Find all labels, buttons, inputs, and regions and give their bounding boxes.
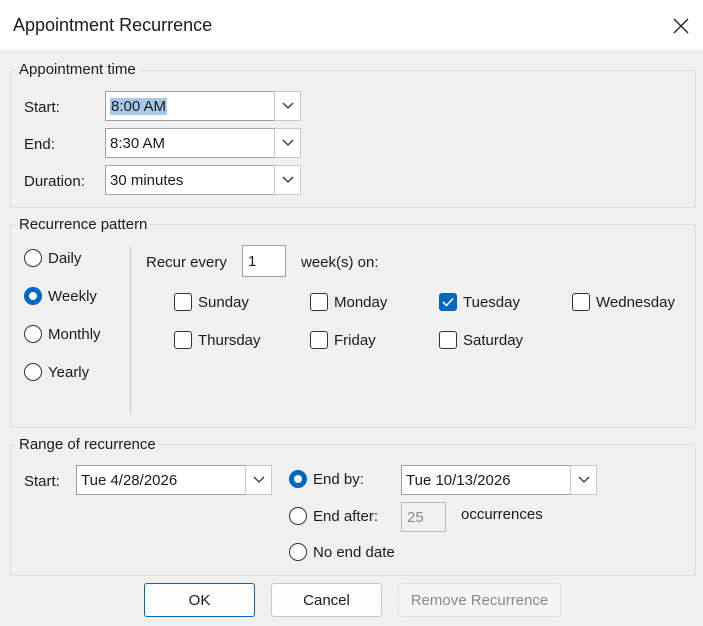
ok-button[interactable]: OK (144, 583, 255, 617)
end-after-label: End after: (313, 507, 379, 525)
pattern-divider (130, 246, 131, 414)
radio-button[interactable] (289, 507, 307, 525)
radio-button-selected[interactable] (289, 470, 307, 488)
close-icon (673, 18, 689, 34)
radio-button-selected[interactable] (24, 287, 42, 305)
radio-button[interactable] (24, 249, 42, 267)
remove-recurrence-button[interactable]: Remove Recurrence (398, 583, 561, 617)
close-button[interactable] (668, 13, 694, 39)
range-start-field[interactable]: Tue 4/28/2026 (76, 465, 246, 495)
sunday-label: Sunday (198, 293, 249, 311)
range-start-value: Tue 4/28/2026 (81, 471, 178, 489)
radio-yearly[interactable]: Yearly (24, 363, 89, 381)
radio-monthly-label: Monthly (48, 325, 101, 343)
no-end-date-label: No end date (313, 543, 395, 561)
friday-label: Friday (334, 331, 376, 349)
check-saturday[interactable]: Saturday (439, 331, 523, 349)
check-tuesday[interactable]: Tuesday (439, 293, 520, 311)
end-by-field[interactable]: Tue 10/13/2026 (401, 465, 571, 495)
chevron-down-icon (282, 139, 293, 146)
checkbox[interactable] (174, 293, 192, 311)
range-start-label: Start: (24, 473, 60, 490)
range-start-dropdown[interactable] (245, 465, 272, 495)
start-time-value: 8:00 AM (110, 97, 168, 115)
radio-weekly-label: Weekly (48, 287, 97, 305)
chevron-down-icon (282, 102, 293, 109)
check-thursday[interactable]: Thursday (174, 331, 261, 349)
weeks-on-label: week(s) on: (301, 254, 379, 271)
radio-monthly[interactable]: Monthly (24, 325, 101, 343)
chevron-down-icon (282, 176, 293, 183)
check-friday[interactable]: Friday (310, 331, 376, 349)
radio-yearly-label: Yearly (48, 363, 90, 381)
radio-button[interactable] (24, 325, 42, 343)
end-by-value: Tue 10/13/2026 (406, 471, 511, 489)
radio-end-by[interactable]: End by: (289, 470, 364, 488)
end-after-input[interactable]: 25 (401, 502, 446, 532)
radio-button[interactable] (289, 543, 307, 561)
check-wednesday[interactable]: Wednesday (572, 293, 675, 311)
check-sunday[interactable]: Sunday (174, 293, 249, 311)
occurrences-label: occurrences (461, 506, 543, 523)
radio-no-end-date[interactable]: No end date (289, 543, 395, 561)
end-time-field[interactable]: 8:30 AM (105, 128, 275, 158)
duration-dropdown[interactable] (274, 165, 301, 195)
end-by-label: End by: (313, 470, 364, 488)
checkbox[interactable] (310, 293, 328, 311)
radio-end-after[interactable]: End after: (289, 507, 378, 525)
radio-daily[interactable]: Daily (24, 249, 81, 267)
cancel-button[interactable]: Cancel (271, 583, 382, 617)
duration-value: 30 minutes (110, 171, 184, 189)
duration-field[interactable]: 30 minutes (105, 165, 275, 195)
dialog-title: Appointment Recurrence (13, 15, 213, 35)
recur-every-input[interactable]: 1 (242, 245, 286, 277)
radio-daily-label: Daily (48, 249, 82, 267)
chevron-down-icon (253, 476, 264, 483)
duration-label: Duration: (24, 173, 85, 190)
end-time-label: End: (24, 136, 55, 153)
wednesday-label: Wednesday (596, 293, 675, 311)
end-time-value: 8:30 AM (110, 134, 166, 152)
radio-weekly[interactable]: Weekly (24, 287, 97, 305)
checkmark-icon (442, 297, 454, 307)
monday-label: Monday (334, 293, 388, 311)
radio-button[interactable] (24, 363, 42, 381)
start-time-dropdown[interactable] (274, 91, 301, 121)
recurrence-pattern-legend: Recurrence pattern (16, 216, 151, 233)
recur-every-label: Recur every (146, 254, 227, 271)
start-time-label: Start: (24, 99, 60, 116)
checkbox[interactable] (572, 293, 590, 311)
start-time-field[interactable]: 8:00 AM (105, 91, 275, 121)
checkbox-checked[interactable] (439, 293, 457, 311)
appointment-time-legend: Appointment time (16, 61, 139, 78)
end-time-dropdown[interactable] (274, 128, 301, 158)
checkbox[interactable] (310, 331, 328, 349)
saturday-label: Saturday (463, 331, 524, 349)
thursday-label: Thursday (198, 331, 261, 349)
end-by-dropdown[interactable] (570, 465, 597, 495)
checkbox[interactable] (174, 331, 192, 349)
check-monday[interactable]: Monday (310, 293, 387, 311)
tuesday-label: Tuesday (463, 293, 520, 311)
range-of-recurrence-legend: Range of recurrence (16, 436, 159, 453)
chevron-down-icon (578, 476, 589, 483)
checkbox[interactable] (439, 331, 457, 349)
